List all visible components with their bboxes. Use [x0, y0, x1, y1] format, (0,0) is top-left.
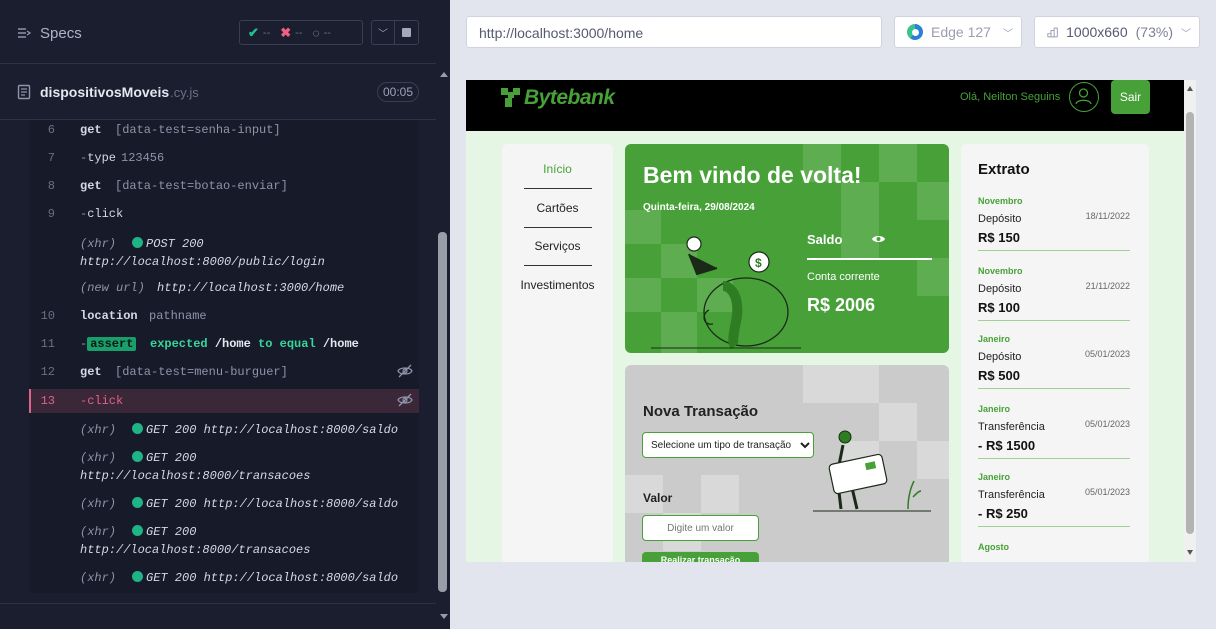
failed-stat: ✖ -- — [280, 24, 303, 40]
divider — [524, 227, 592, 228]
submit-transaction-button[interactable]: Realizar transação — [642, 552, 759, 562]
value-input[interactable] — [642, 515, 759, 541]
menu-item-investimentos[interactable]: Investimentos — [502, 278, 613, 292]
statement-item: Janeiro Transferência 05/01/2023 - R$ 25… — [978, 472, 1130, 540]
value-label: Valor — [643, 491, 673, 505]
stop-icon — [402, 28, 411, 37]
piggy-bank-illustration-icon: $ — [651, 236, 801, 350]
url-bar[interactable]: http://localhost:3000/home — [466, 16, 882, 48]
transaction-type-select[interactable]: Selecione um tipo de transação — [642, 432, 814, 458]
chevron-down-icon: ﹀ — [1003, 28, 1013, 40]
side-menu: Início Cartões Serviços Investimentos — [502, 144, 613, 562]
pending-stat: ◌ -- — [312, 25, 331, 40]
user-avatar-icon[interactable] — [1069, 82, 1099, 112]
status-dot-icon — [132, 451, 143, 462]
status-dot-icon — [132, 497, 143, 508]
statement-panel: Extrato Novembro Depósito 18/11/2022 R$ … — [961, 144, 1149, 562]
status-dot-icon — [132, 571, 143, 582]
check-icon: ✔ — [248, 24, 259, 40]
chevron-down-icon: ﹀ — [1181, 28, 1191, 40]
chevron-down-button[interactable]: ﹀ — [371, 20, 395, 45]
welcome-title: Bem vindo de volta! — [643, 162, 862, 188]
pending-circle-icon: ◌ — [312, 25, 320, 40]
passed-stat: ✔ -- — [248, 24, 271, 40]
statement-item: Agosto — [978, 542, 1009, 552]
statement-item: Janeiro Transferência 05/01/2023 - R$ 15… — [978, 404, 1130, 472]
status-dot-icon — [132, 423, 143, 434]
balance-value: R$ 2006 — [807, 295, 876, 315]
status-dot-icon — [132, 525, 143, 536]
new-transaction-card: Nova Transação Selecione um tipo de tran… — [625, 365, 949, 562]
menu-item-inicio[interactable]: Início — [502, 162, 613, 176]
credit-card-illustration-icon — [813, 430, 931, 512]
browser-selector[interactable]: Edge 127 ﹀ — [894, 16, 1022, 48]
scrollbar-thumb[interactable] — [438, 232, 447, 592]
command-list: 6 get [data-test=senha-input] 7 -type 12… — [29, 120, 419, 593]
divider — [978, 250, 1130, 251]
divider — [524, 265, 592, 266]
file-icon — [17, 84, 31, 100]
scroll-up-icon[interactable] — [1187, 86, 1193, 91]
divider — [524, 188, 592, 189]
app-scrollbar-thumb[interactable] — [1186, 112, 1194, 534]
stop-button[interactable] — [395, 20, 419, 45]
statement-item: Novembro Depósito 21/11/2022 R$ 100 — [978, 266, 1130, 334]
divider — [807, 258, 932, 260]
statement-title: Extrato — [978, 161, 1030, 178]
spec-timer: 00:05 — [377, 82, 419, 102]
command-log-panel: Specs ✔ -- ✖ -- ◌ -- ﹀ dispositivosMoveis.c… — [0, 0, 450, 629]
divider — [978, 320, 1130, 321]
menu-item-cartoes[interactable]: Cartões — [502, 201, 613, 215]
logout-button[interactable]: Sair — [1111, 80, 1150, 114]
bytebank-logo-icon — [501, 88, 520, 107]
specs-label[interactable]: Specs — [40, 25, 82, 42]
cross-icon: ✖ — [280, 24, 292, 40]
edge-browser-icon — [907, 24, 923, 40]
status-dot-icon — [132, 237, 143, 248]
assert-badge: assert — [87, 337, 137, 351]
current-date: Quinta-feira, 29/08/2024 — [643, 202, 755, 213]
viewport-selector[interactable]: 1000x660 (73%) ﹀ — [1034, 16, 1200, 48]
scroll-down-icon[interactable] — [1187, 550, 1193, 555]
statement-item: Novembro Depósito 18/11/2022 R$ 150 — [978, 196, 1130, 264]
divider — [978, 526, 1130, 527]
specs-list-icon[interactable] — [17, 26, 31, 40]
scroll-down-icon[interactable] — [440, 614, 448, 619]
divider — [978, 388, 1130, 389]
app-under-test-panel: http://localhost:3000/home Edge 127 ﹀ 10… — [450, 0, 1216, 629]
account-type-label: Conta corrente — [807, 271, 880, 283]
svg-text:$: $ — [755, 256, 762, 270]
eye-off-icon[interactable] — [397, 364, 413, 378]
divider — [978, 458, 1130, 459]
spec-filename[interactable]: dispositivosMoveis.cy.js — [40, 84, 199, 100]
divider — [0, 603, 436, 604]
welcome-card: Bem vindo de volta! Quinta-feira, 29/08/… — [625, 144, 949, 353]
menu-item-servicos[interactable]: Serviços — [502, 239, 613, 253]
new-transaction-title: Nova Transação — [643, 403, 759, 420]
app-header: Bytebank Olá, Neilton Seguins Sair — [466, 80, 1184, 131]
viewport-icon — [1047, 27, 1058, 37]
test-stats: ✔ -- ✖ -- ◌ -- — [239, 20, 363, 45]
eye-off-icon[interactable] — [397, 393, 413, 407]
statement-item: Janeiro Depósito 05/01/2023 R$ 500 — [978, 334, 1130, 402]
reporter-header: Specs ✔ -- ✖ -- ◌ -- ﹀ — [0, 0, 436, 64]
chevron-down-icon: ﹀ — [378, 29, 388, 40]
balance-label: Saldo — [807, 232, 843, 247]
eye-icon[interactable] — [871, 233, 886, 245]
bytebank-logo[interactable]: Bytebank — [501, 86, 615, 110]
greeting-text: Olá, Neilton Seguins — [960, 91, 1061, 103]
app-iframe: Bytebank Olá, Neilton Seguins Sair Iníci… — [466, 80, 1196, 562]
scroll-up-icon[interactable] — [440, 72, 448, 77]
